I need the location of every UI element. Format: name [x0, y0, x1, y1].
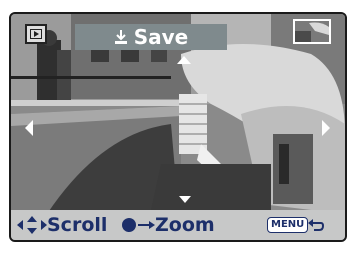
- center-button-icon: [122, 218, 155, 232]
- playback-icon: [30, 29, 42, 39]
- scroll-hint: Scroll: [17, 210, 107, 240]
- zoom-hint: Zoom: [121, 210, 215, 240]
- menu-back-hint: MENU: [267, 210, 325, 240]
- scroll-label: Scroll: [47, 214, 108, 236]
- camera-bezel: Save Scroll Zoom MENU: [0, 0, 352, 254]
- thumbnail-navigator-icon: [295, 21, 329, 42]
- save-download-icon: [114, 30, 127, 44]
- menu-key[interactable]: MENU: [267, 217, 309, 233]
- left-arrow-icon[interactable]: [25, 120, 33, 136]
- zoom-label: Zoom: [155, 214, 215, 236]
- save-button[interactable]: Save: [75, 24, 227, 50]
- save-label: Save: [133, 25, 189, 49]
- help-bar: Scroll Zoom MENU: [11, 210, 345, 240]
- return-arrow-icon: [308, 219, 325, 231]
- right-arrow-icon[interactable]: [322, 120, 330, 136]
- playback-mode-badge: [25, 24, 47, 44]
- lcd-screen: Save Scroll Zoom MENU: [9, 12, 347, 242]
- up-arrow-icon[interactable]: [177, 56, 191, 64]
- thumbnail-navigator: [293, 19, 331, 44]
- down-arrow-icon[interactable]: [179, 196, 191, 203]
- four-way-arrows-icon: [17, 216, 47, 234]
